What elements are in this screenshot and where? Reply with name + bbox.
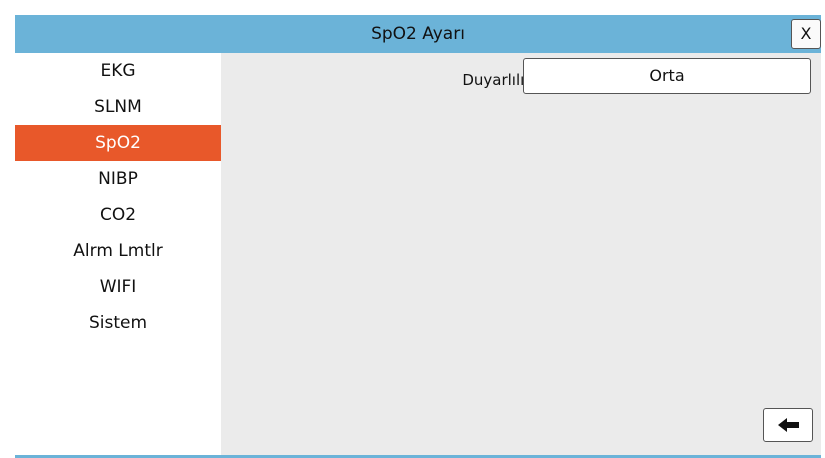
sidebar-item-ekg[interactable]: EKG — [15, 53, 221, 89]
arrow-left-icon — [778, 418, 799, 432]
sidebar-item-slnm[interactable]: SLNM — [15, 89, 221, 125]
sidebar-item-alarm-limits[interactable]: Alrm Lmtlr — [15, 233, 221, 269]
sidebar-item-wifi[interactable]: WIFI — [15, 269, 221, 305]
title-bar: SpO2 Ayarı X — [15, 15, 821, 53]
sidebar-item-nibp[interactable]: NIBP — [15, 161, 221, 197]
sensitivity-select[interactable]: Orta — [523, 58, 811, 94]
window-title: SpO2 Ayarı — [371, 24, 465, 44]
close-button[interactable]: X — [791, 19, 821, 49]
settings-sidebar: EKG SLNM SpO2 NIBP CO2 Alrm Lmtlr WIFI S… — [15, 53, 221, 458]
settings-panel: Duyarlılık Orta — [221, 53, 821, 455]
sidebar-item-spo2[interactable]: SpO2 — [15, 125, 221, 161]
sidebar-item-system[interactable]: Sistem — [15, 305, 221, 341]
back-button[interactable] — [763, 408, 813, 442]
settings-window: SpO2 Ayarı X EKG SLNM SpO2 NIBP CO2 Alrm… — [15, 15, 821, 458]
sidebar-item-co2[interactable]: CO2 — [15, 197, 221, 233]
